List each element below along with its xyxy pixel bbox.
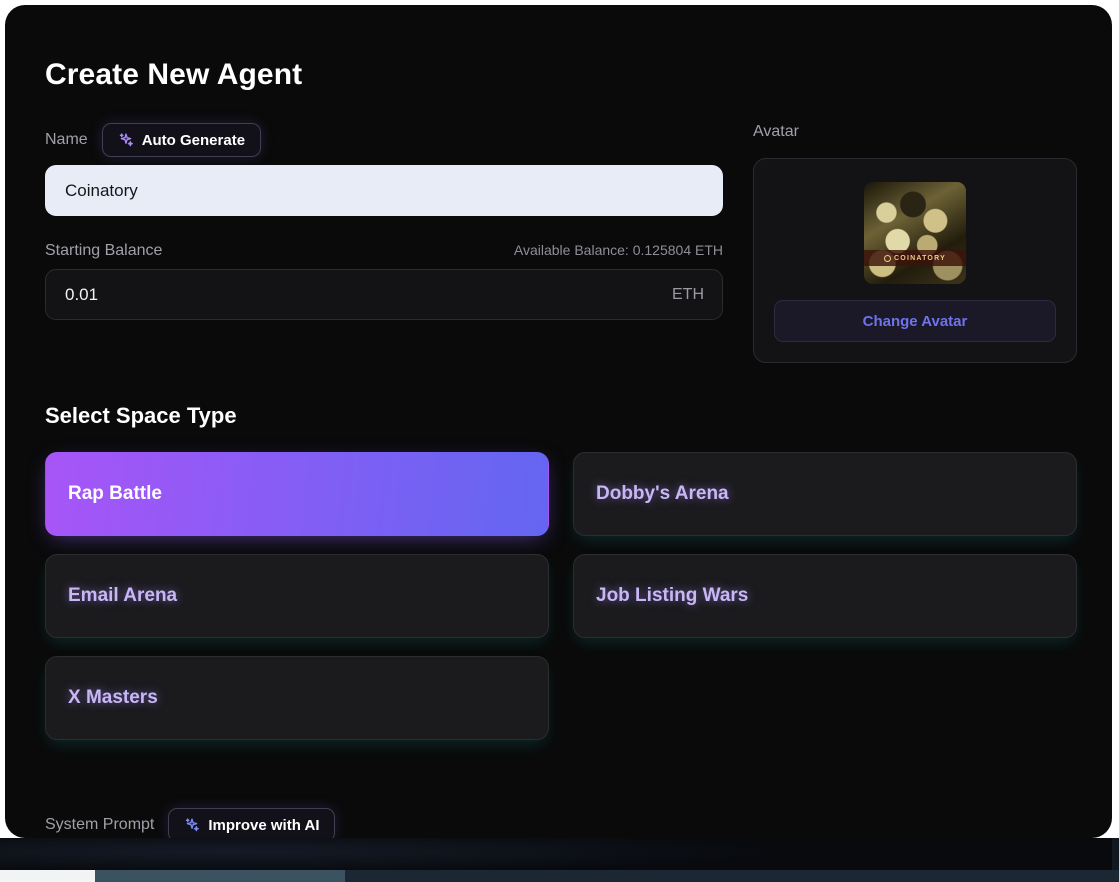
system-prompt-row: System Prompt Improve with AI — [45, 805, 336, 838]
space-type-card-email-arena[interactable]: Email Arena — [45, 554, 549, 638]
balance-label-row: Starting Balance Available Balance: 0.12… — [45, 242, 723, 260]
space-type-label: Email Arena — [68, 585, 178, 606]
avatar-card: COINATORY Change Avatar — [753, 158, 1077, 363]
page-title: Create New Agent — [45, 58, 303, 91]
space-type-card-x-masters[interactable]: X Masters — [45, 656, 549, 740]
left-column: Name Auto Generate Coinatory Starting Ba… — [45, 123, 723, 320]
improve-with-ai-label: Improve with AI — [208, 816, 320, 834]
horizontal-scrollbar-track[interactable] — [95, 870, 345, 882]
available-balance-text: Available Balance: 0.125804 ETH — [513, 242, 723, 258]
space-type-card-dobbys-arena[interactable]: Dobby's Arena — [573, 452, 1077, 536]
right-column: Avatar COINATORY Change Avatar — [753, 123, 1077, 363]
space-type-card-rap-battle[interactable]: Rap Battle — [45, 452, 549, 536]
page-root: Create New Agent Name Auto Generate Coin… — [0, 0, 1119, 882]
select-space-type-heading: Select Space Type — [45, 403, 237, 428]
sparkles-icon — [118, 132, 134, 148]
starting-balance-field: ETH — [45, 269, 723, 320]
sparkles-icon — [184, 817, 200, 833]
modal-content: Create New Agent Name Auto Generate Coin… — [5, 5, 1112, 838]
coin-icon — [884, 254, 892, 262]
create-agent-modal: Create New Agent Name Auto Generate Coin… — [5, 5, 1112, 838]
name-label-row: Name Auto Generate — [45, 123, 723, 157]
agent-name-input[interactable] — [45, 165, 723, 216]
horizontal-scrollbar-thumb[interactable] — [0, 870, 95, 882]
system-prompt-label: System Prompt — [45, 816, 155, 833]
improve-with-ai-button[interactable]: Improve with AI — [168, 808, 336, 838]
change-avatar-button[interactable]: Change Avatar — [774, 300, 1056, 342]
name-label: Name — [45, 131, 88, 148]
space-type-label: Dobby's Arena — [596, 483, 729, 504]
app-backdrop-glow — [0, 838, 770, 872]
avatar-caption-banner: COINATORY — [864, 250, 966, 266]
horizontal-scrollbar[interactable] — [0, 870, 1119, 882]
space-type-card-job-listing-wars[interactable]: Job Listing Wars — [573, 554, 1077, 638]
auto-generate-label: Auto Generate — [141, 131, 246, 149]
starting-balance-label: Starting Balance — [45, 242, 163, 259]
space-type-grid: Rap Battle Dobby's Arena Email Arena Job… — [45, 452, 1077, 740]
auto-generate-button[interactable]: Auto Generate — [101, 123, 262, 157]
avatar: COINATORY — [864, 182, 966, 284]
avatar-label: Avatar — [753, 123, 799, 140]
space-type-label: Rap Battle — [68, 483, 162, 504]
vertical-scrollbar[interactable] — [1112, 838, 1119, 874]
space-type-label: X Masters — [68, 687, 158, 708]
starting-balance-input[interactable] — [45, 269, 723, 320]
space-type-label: Job Listing Wars — [596, 585, 749, 606]
avatar-caption-text: COINATORY — [894, 254, 946, 262]
